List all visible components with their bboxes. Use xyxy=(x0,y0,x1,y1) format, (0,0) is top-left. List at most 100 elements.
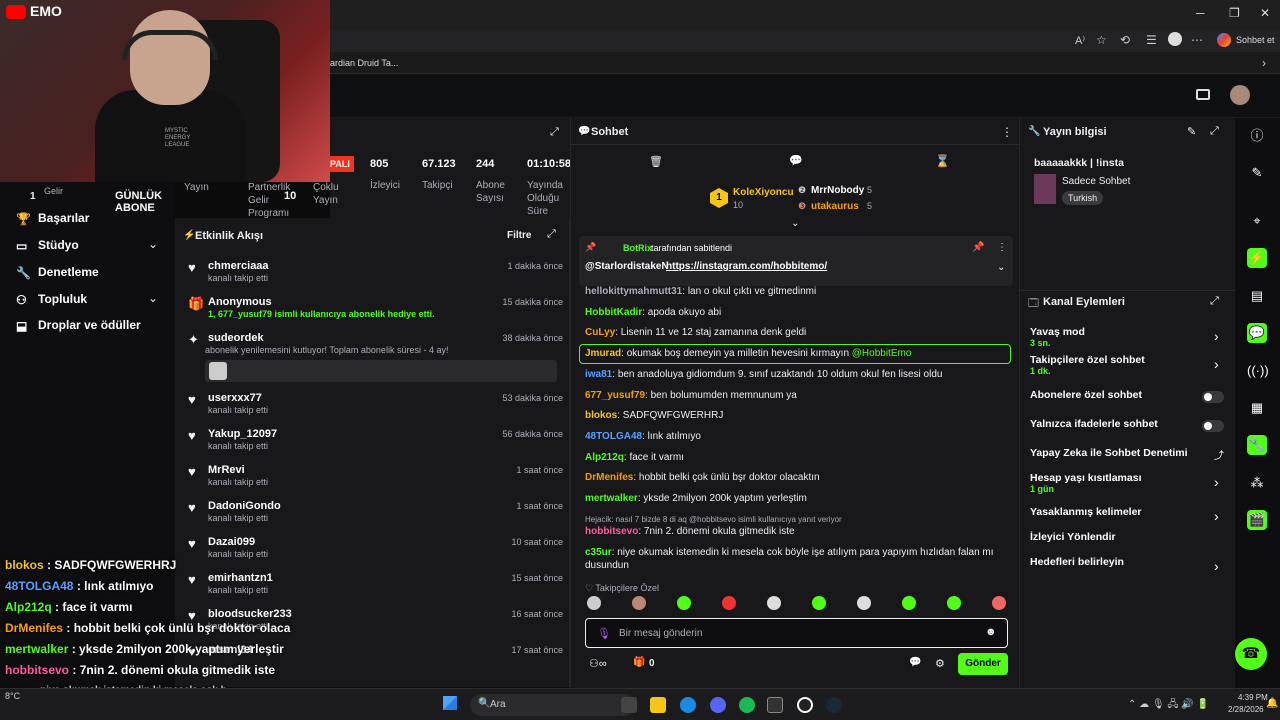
discord-icon[interactable] xyxy=(710,697,726,713)
emote-icon[interactable] xyxy=(902,596,916,610)
pinned-message[interactable]: 📌 BotRix tarafından sabitlendi @Starlord… xyxy=(579,236,1013,286)
close-icon[interactable]: ✕ xyxy=(1260,6,1270,20)
clip-icon[interactable]: 🎬 xyxy=(1247,510,1267,530)
emote-icon[interactable] xyxy=(992,596,1006,610)
chat-username[interactable]: 48TOLGA48 xyxy=(585,431,642,442)
feed-item[interactable]: ♥ emirhantzn1 kanalı takip etti 15 saat önc… xyxy=(183,570,563,606)
chat-username[interactable]: Alp212q xyxy=(585,452,624,463)
feed-item-name[interactable]: Yakup_12097 xyxy=(208,428,277,440)
feed-item[interactable]: ♥ MrRevi kanalı takip etti 1 saat önce xyxy=(183,462,563,498)
channel-action-item[interactable]: İzleyici Yönlendir xyxy=(1030,531,1116,543)
chat-username[interactable]: blokos xyxy=(585,410,617,421)
chat-icon[interactable]: 💬 xyxy=(1247,323,1267,343)
expand-icon[interactable]: ⤢ xyxy=(1210,125,1219,138)
feed-item-name[interactable]: chmerciaaa xyxy=(208,260,269,272)
chevron-down-icon[interactable]: ⌄ xyxy=(997,262,1005,273)
top-user-3[interactable]: utakaurus xyxy=(811,201,859,212)
chevron-right-icon[interactable]: › xyxy=(1214,356,1219,372)
document-icon[interactable]: ▤ xyxy=(1247,286,1267,306)
chat-mention[interactable]: @HobbitEmo xyxy=(852,348,912,359)
channel-action-item[interactable]: Yapay Zeka ile Sohbet Denetimi xyxy=(1030,447,1188,459)
feed-item[interactable]: ♥ DadoniGondo kanalı takip etti 1 saat önce xyxy=(183,498,563,534)
top-user-1[interactable]: KoleXiyoncu xyxy=(733,187,794,198)
steam-icon[interactable] xyxy=(826,697,842,713)
collapse-icon[interactable]: ⌄ xyxy=(791,218,799,229)
channel-action-item[interactable]: Yavaş mod 3 sn. xyxy=(1030,326,1085,348)
support-icon[interactable]: ☎ xyxy=(1235,638,1267,670)
read-aloud-icon[interactable]: A⁾ xyxy=(1075,34,1085,47)
nav-community[interactable]: ⚇ Topluluk xyxy=(16,292,87,307)
chat-username[interactable]: HobbitKadir xyxy=(585,307,642,318)
chevron-down-icon[interactable]: ⌄ xyxy=(148,237,158,251)
target-icon[interactable]: ⌖ xyxy=(1247,211,1267,231)
feed-item-name[interactable]: DadoniGondo xyxy=(208,500,281,512)
feed-item-name[interactable]: MrRevi xyxy=(208,464,245,476)
tray-icons[interactable]: ⌃ ☁ 🎙 🖧 🔊 🔋 xyxy=(1128,697,1209,714)
nav-moderation[interactable]: 🔧 Denetleme xyxy=(16,265,99,280)
weather-widget[interactable]: 8°C xyxy=(5,691,20,701)
edit-icon[interactable]: ✎ xyxy=(1247,163,1267,183)
favorite-star-icon[interactable]: ☆ xyxy=(1096,33,1107,47)
terminal-icon[interactable] xyxy=(767,697,783,713)
pinned-link[interactable]: https://instagram.com/hobbitemo/ xyxy=(666,261,827,272)
feed-item[interactable]: ♥ Dazai099 kanalı takip etti 10 saat önce xyxy=(183,534,563,570)
channel-action-item[interactable]: Yasaklanmış kelimeler xyxy=(1030,506,1142,518)
trash-icon[interactable]: 🗑 xyxy=(649,155,663,168)
edit-icon[interactable]: ✎ xyxy=(1187,125,1196,138)
emote-icon[interactable] xyxy=(632,596,646,610)
feed-item-name[interactable]: userxxx77 xyxy=(208,392,262,404)
channel-action-item[interactable]: Hedefleri belirleyin xyxy=(1030,556,1124,568)
external-link-icon[interactable]: ⤴ xyxy=(1214,447,1224,462)
copilot-icon[interactable] xyxy=(1217,33,1231,47)
microphone-icon[interactable]: 🎙 xyxy=(597,627,611,640)
channel-action-item[interactable]: Takipçilere özel sohbet 1 dk. xyxy=(1030,354,1145,376)
feed-item-name[interactable]: emirhantzn1 xyxy=(208,572,273,584)
channel-action-item[interactable]: Hesap yaşı kısıtlaması 1 gün xyxy=(1030,472,1142,494)
feed-item-name[interactable]: sudeordek xyxy=(208,332,264,344)
nav-studio[interactable]: ▭ Stüdyo xyxy=(16,238,79,253)
address-bar[interactable] xyxy=(330,30,1280,52)
emote-icon[interactable] xyxy=(812,596,826,610)
pin-action-icon[interactable]: 📌 xyxy=(972,242,984,253)
nav-achievements[interactable]: 🏆 Başarılar xyxy=(16,211,89,226)
share-icon[interactable]: ⁂ xyxy=(1247,473,1267,493)
expand-icon[interactable]: ⤢ xyxy=(1210,295,1219,308)
chevron-right-icon[interactable]: › xyxy=(1214,474,1219,490)
edge-icon[interactable] xyxy=(680,697,696,713)
profile-icon[interactable] xyxy=(1168,32,1182,46)
more-icon[interactable]: ⋯ xyxy=(1191,33,1203,47)
emote-icon[interactable] xyxy=(722,596,736,610)
wrench-icon[interactable]: 🔧 xyxy=(1247,435,1267,455)
nav-drops[interactable]: ⬓ Droplar ve ödüller xyxy=(16,318,141,333)
obs-icon[interactable] xyxy=(797,697,813,713)
channel-action-item[interactable]: Abonelere özel sohbet xyxy=(1030,389,1142,401)
taskbar-search[interactable]: 🔍 Ara xyxy=(470,694,635,716)
notifications-icon[interactable]: 🔔 xyxy=(1266,698,1278,709)
studio-icon[interactable] xyxy=(1196,89,1210,100)
chat-username[interactable]: c35ur xyxy=(585,547,612,558)
emote-icon[interactable] xyxy=(947,596,961,610)
bookmark-item[interactable]: ardian Druid Ta... xyxy=(330,58,398,68)
info-icon[interactable]: ⓘ xyxy=(1247,126,1267,146)
feed-item[interactable]: ♥ Yakup_12097 kanalı takip etti 56 dakika ö… xyxy=(183,426,563,462)
maximize-icon[interactable]: ❐ xyxy=(1229,6,1240,20)
emote-icon[interactable] xyxy=(857,596,871,610)
emote-icon[interactable] xyxy=(587,596,601,610)
favorites-icon[interactable]: ☰ xyxy=(1146,33,1157,47)
category-thumbnail[interactable] xyxy=(1034,174,1056,204)
chat-username[interactable]: 677_yusuf79 xyxy=(585,390,645,401)
lightning-icon[interactable]: ⚡ xyxy=(1247,248,1267,268)
chevron-right-icon[interactable]: › xyxy=(1214,558,1219,574)
toggle-switch[interactable] xyxy=(1202,391,1224,403)
chat-icon[interactable]: 💬 xyxy=(789,154,803,167)
chevron-down-icon[interactable]: ⌄ xyxy=(148,291,158,305)
hourglass-icon[interactable]: ⌛ xyxy=(935,154,950,168)
emoji-icon[interactable]: ☻ xyxy=(985,626,997,638)
expand-icon[interactable]: ⤢ xyxy=(550,126,559,139)
feed-item-name[interactable]: Anonymous xyxy=(208,296,272,308)
spotify-icon[interactable] xyxy=(739,697,755,713)
layout-icon[interactable]: ▦ xyxy=(1247,398,1267,418)
feed-item[interactable]: ♥ userxxx77 kanalı takip etti 53 dakika önc… xyxy=(183,390,563,426)
chat-username[interactable]: mertwalker xyxy=(585,493,638,504)
chat-username[interactable]: hobbitsevo xyxy=(585,526,638,537)
